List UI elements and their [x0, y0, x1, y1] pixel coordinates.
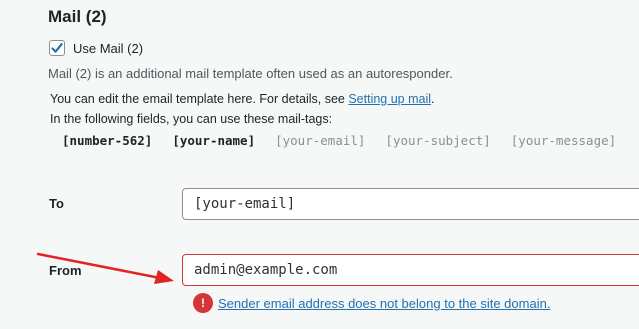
- annotation-arrow-icon: [36, 252, 174, 284]
